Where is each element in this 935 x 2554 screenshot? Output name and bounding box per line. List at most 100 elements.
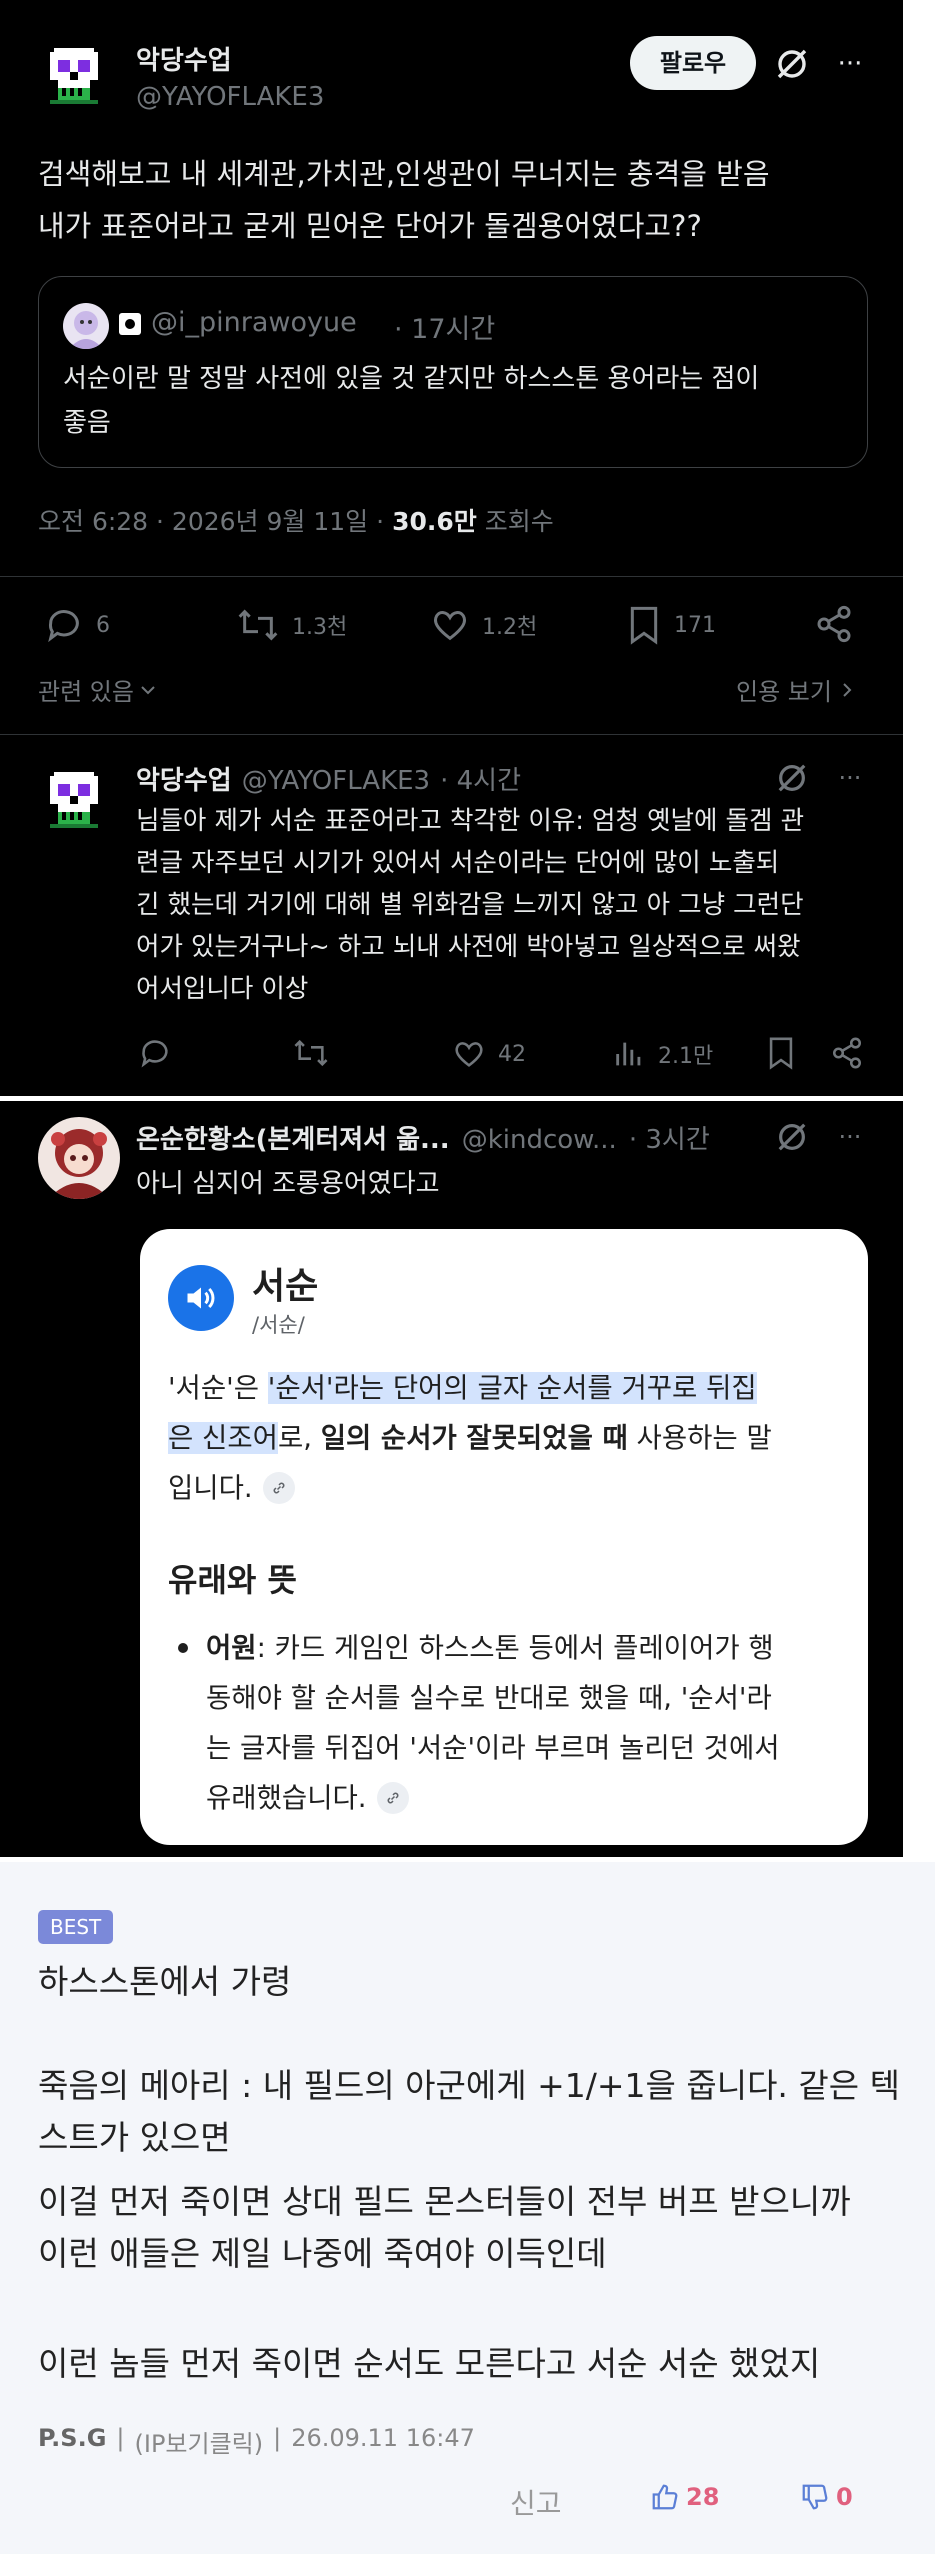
tweet-meta: 오전 6:28 · 2026년 9월 11일 · 30.6만 조회수 <box>38 502 554 538</box>
reply2-author-name[interactable]: 온순한황소(본계터져서 옮... <box>136 1119 450 1156</box>
bullet-dot <box>178 1643 188 1653</box>
heart-icon <box>455 1042 483 1067</box>
tweet-datetime: 오전 6:28 · 2026년 9월 11일 · <box>38 507 385 536</box>
downvote-count: 0 <box>836 2483 853 2511</box>
chevron-right-icon <box>843 682 852 697</box>
related-link[interactable]: 관련 있음 <box>38 672 158 707</box>
reply-author-handle[interactable]: @YAYOFLAKE3 <box>242 766 430 796</box>
reply2-author-handle[interactable]: @kindcow... <box>462 1125 617 1155</box>
best-badge: BEST <box>38 1910 114 1944</box>
reply-line: 련글 자주보던 시기가 있어서 서순이라는 단어에 많이 노출되 <box>136 848 780 878</box>
more-icon[interactable]: ··· <box>828 42 872 86</box>
skull-avatar[interactable] <box>42 44 106 108</box>
report-button[interactable]: 신고 <box>510 2482 562 2522</box>
etymology: 어원: 카드 게임인 하스스톤 등에서 플레이어가 행 동해야 할 순서를 실수… <box>206 1623 856 1823</box>
view-label: 조회수 <box>484 507 554 536</box>
like-count: 1.2천 <box>482 615 538 640</box>
def-highlight: 은 신조어 <box>168 1422 278 1454</box>
speaker-icon[interactable] <box>168 1265 234 1331</box>
def-highlight: '순서'라는 단어의 글자 순서를 거꾸로 뒤집 <box>267 1372 757 1404</box>
reply-count: 6 <box>96 612 110 638</box>
thumbs-up-icon <box>652 2484 678 2510</box>
link-icon[interactable] <box>262 1472 295 1504</box>
word-pronunciation: /서순/ <box>252 1313 305 1337</box>
reply-views-action[interactable]: 2.1만 <box>612 1036 713 1072</box>
downvote-button[interactable]: 0 <box>800 2482 853 2512</box>
more-icon[interactable]: ··· <box>828 756 872 800</box>
reply2-header: 온순한황소(본계터져서 옮... @kindcow... · 3시간 <box>136 1119 710 1156</box>
follow-button[interactable]: 팔로우 <box>630 36 756 90</box>
comment-line: 이런 놈들 먼저 죽이면 순서도 모른다고 서순 서순 했었지 <box>38 2344 821 2383</box>
comment-line: 이런 애들은 제일 나중에 죽여야 이득인데 <box>38 2234 607 2273</box>
quote-view-link[interactable]: 인용 보기 <box>736 672 856 707</box>
reply-header: 악당수업 @YAYOFLAKE3 · 4시간 <box>136 760 521 797</box>
def-text: 로, <box>277 1422 321 1454</box>
retweet-action[interactable]: 1.3천 <box>236 600 347 650</box>
comment-date: 26.09.11 16:47 <box>291 2424 475 2452</box>
reply-author-name[interactable]: 악당수업 <box>136 760 232 797</box>
def-text: 사용하는 말 <box>627 1422 772 1454</box>
comment-meta: P.S.G | (IP보기클릭) | 26.09.11 16:47 <box>38 2424 475 2459</box>
retweet-count: 1.3천 <box>292 615 348 640</box>
ip-link[interactable]: (IP보기클릭) <box>135 2424 264 2459</box>
reply-icon[interactable] <box>138 1036 172 1070</box>
tweet-line-1: 검색해보고 내 세계관,가치관,인생관이 무너지는 충격을 받음 <box>38 157 770 191</box>
reply2-time: · 3시간 <box>628 1125 710 1155</box>
def-text: '서순'은 <box>168 1372 268 1404</box>
retweet-icon[interactable] <box>292 1036 330 1070</box>
reply-like-action[interactable]: 42 <box>452 1036 526 1072</box>
comment-line: 죽음의 메아리 : 내 필드의 아군에게 +1/+1을 줍니다. 같은 텍 <box>38 2066 900 2105</box>
comment-line: 하스스톤에서 가령 <box>38 1962 292 2001</box>
like-action[interactable]: 1.2천 <box>430 600 537 650</box>
def-text: 입니다. <box>168 1472 253 1504</box>
quote-time: · 17시간 <box>394 314 496 345</box>
author-name[interactable]: 악당수업 <box>136 40 232 77</box>
view-count: 30.6만 <box>392 507 477 536</box>
author-handle[interactable]: @YAYOFLAKE3 <box>136 82 324 112</box>
reply-line: 긴 했는데 거기에 대해 별 위화감을 느끼지 않고 아 그냥 그런단 <box>136 890 804 920</box>
share-icon[interactable] <box>830 1036 864 1070</box>
best-comment: BEST 하스스톤에서 가령 죽음의 메아리 : 내 필드의 아군에게 +1/+… <box>0 1862 935 2554</box>
tweet-panel: 악당수업 @YAYOFLAKE3 팔로우 ··· 검색해보고 내 세계관,가치관… <box>0 0 903 1096</box>
grok-icon[interactable] <box>770 42 814 86</box>
reply2-text: 아니 심지어 조롱용어였다고 <box>136 1169 440 1199</box>
reply-like-count: 42 <box>498 1041 526 1067</box>
reply-action[interactable]: 6 <box>44 600 110 650</box>
bookmark-icon <box>630 606 658 645</box>
bookmark-count: 171 <box>674 612 716 638</box>
etymology-line: : 카드 게임인 하스스톤 등에서 플레이어가 행 <box>256 1632 774 1664</box>
quote-line-1: 서순이란 말 정말 사전에 있을 것 같지만 하스스톤 용어라는 점이 <box>63 364 760 394</box>
etymology-line: 동해야 할 순서를 실수로 반대로 했을 때, '순서'라 <box>206 1682 772 1714</box>
grok-icon[interactable] <box>770 1115 814 1159</box>
upvote-button[interactable]: 28 <box>650 2482 719 2512</box>
reply-line: 어가 있는거구나~ 하고 뇌내 사전에 박아넣고 일상적으로 써왔 <box>136 932 801 962</box>
quoted-tweet[interactable]: @i_pinrawoyue · 17시간 서순이란 말 정말 사전에 있을 것 … <box>38 276 868 468</box>
reply-time: · 4시간 <box>440 766 522 796</box>
bookmark-icon[interactable] <box>766 1036 796 1070</box>
comment-line: 이걸 먼저 죽이면 상대 필드 몬스터들이 전부 버프 받으니까 <box>38 2182 851 2221</box>
comment-author[interactable]: P.S.G <box>38 2424 106 2459</box>
link-icon[interactable] <box>376 1782 409 1814</box>
grok-icon[interactable] <box>770 756 814 800</box>
reply-icon <box>48 610 79 643</box>
divider <box>0 734 903 735</box>
more-icon[interactable]: ··· <box>828 1115 872 1159</box>
quote-line-2: 좋음 <box>63 408 111 438</box>
definition: '서순'은 '순서'라는 단어의 글자 순서를 거꾸로 뒤집 은 신조어로, 일… <box>168 1363 848 1513</box>
reply-avatar[interactable] <box>42 768 106 832</box>
reply2-avatar[interactable] <box>38 1117 120 1199</box>
def-bold: 일의 순서가 잘못되었을 때 <box>320 1422 628 1454</box>
quote-handle: @i_pinrawoyue <box>151 307 357 338</box>
related-label: 관련 있음 <box>38 678 134 706</box>
bookmark-action[interactable]: 171 <box>626 600 716 650</box>
chevron-down-icon <box>141 685 155 694</box>
tweet-line-2: 내가 표준어라고 굳게 믿어온 단어가 돌겜용어였다고?? <box>38 209 702 243</box>
quote-avatar <box>63 303 109 349</box>
upvote-count: 28 <box>686 2483 720 2511</box>
retweet-icon <box>238 609 278 641</box>
reply-panel: 온순한황소(본계터져서 옮... @kindcow... · 3시간 ··· 아… <box>0 1101 903 1857</box>
reply-line: 님들아 제가 서순 표준어라고 착각한 이유: 엄청 옛날에 돌겜 관 <box>136 806 805 836</box>
share-icon[interactable] <box>812 602 856 646</box>
views-icon <box>616 1042 641 1066</box>
reply-text: 님들아 제가 서순 표준어라고 착각한 이유: 엄청 옛날에 돌겜 관 련글 자… <box>136 800 804 1010</box>
